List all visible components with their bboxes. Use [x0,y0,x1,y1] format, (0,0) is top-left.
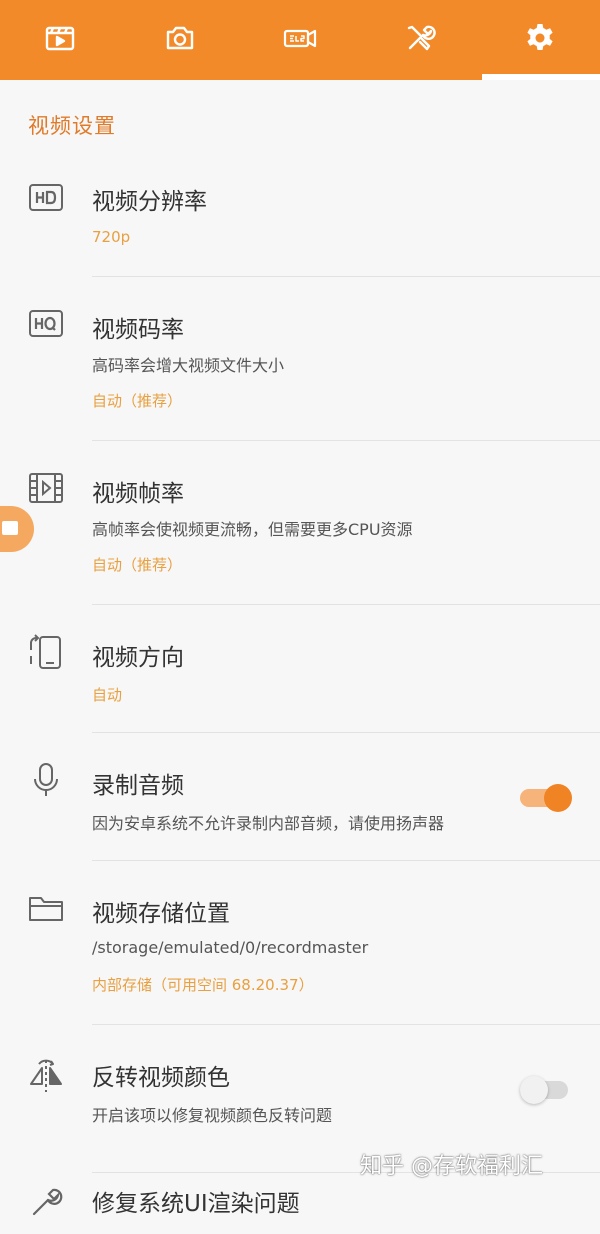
top-tab-bar [0,0,600,80]
setting-description: 高帧率会使视频更流畅，但需要更多CPU资源 [92,520,413,539]
setting-description: 高码率会增大视频文件大小 [92,356,285,375]
setting-video-resolution[interactable]: 视频分辨率 720p [0,160,600,278]
divider [92,276,600,277]
folder-icon [26,888,66,928]
setting-title: 视频方向 [92,645,184,671]
hd-icon [26,178,66,218]
divider [92,440,600,441]
setting-title: 修复系统UI渲染问题 [92,1191,300,1217]
toggle-knob [520,1076,548,1104]
setting-video-bitrate[interactable]: 视频码率 高码率会增大视频文件大小 自动（推荐） [0,278,600,442]
setting-value: 自动 [92,686,123,704]
setting-value: 自动（推荐） [92,556,183,574]
setting-value: 自动（推荐） [92,392,183,410]
setting-fix-system-ui[interactable]: 修复系统UI渲染问题 [0,1174,600,1234]
setting-title: 视频分辨率 [92,189,207,215]
microphone-icon [26,760,66,800]
wrench-icon [26,1182,66,1222]
setting-record-audio[interactable]: 录制音频 因为安卓系统不允许录制内部音频，请使用扬声器 [0,734,600,862]
setting-description: 开启该项以修复视频颜色反转问题 [92,1106,333,1125]
gear-icon [522,20,558,60]
camera-icon [2,521,18,535]
setting-title: 视频帧率 [92,481,184,507]
camera-icon [162,20,198,60]
setting-title: 视频码率 [92,317,184,343]
invert-colors-toggle[interactable] [520,1074,574,1104]
record-audio-toggle[interactable] [520,782,574,812]
setting-video-orientation[interactable]: 视频方向 自动 [0,606,600,734]
video-edit-icon [282,20,318,60]
toggle-knob [544,784,572,812]
film-frame-icon [26,468,66,508]
divider [92,604,600,605]
setting-title: 反转视频颜色 [92,1065,230,1091]
video-list-icon [42,20,78,60]
divider [92,1024,600,1025]
tools-icon [402,20,438,60]
divider [92,860,600,861]
hq-icon [26,304,66,344]
tab-camera[interactable] [120,0,240,80]
tab-video-list[interactable] [0,0,120,80]
setting-video-framerate[interactable]: 视频帧率 高帧率会使视频更流畅，但需要更多CPU资源 自动（推荐） [0,442,600,606]
setting-description: 因为安卓系统不允许录制内部音频，请使用扬声器 [92,814,445,833]
setting-title: 录制音频 [92,773,184,799]
section-title: 视频设置 [28,114,116,138]
setting-storage-location[interactable]: 视频存储位置 /storage/emulated/0/recordmaster … [0,862,600,1026]
screen-rotate-icon [26,632,66,672]
setting-value: 720p [92,228,131,246]
tab-video-edit[interactable] [240,0,360,80]
setting-title: 视频存储位置 [92,901,230,927]
setting-value: 内部存储（可用空间 68.20.37） [92,976,314,994]
divider [92,732,600,733]
flip-color-icon [26,1056,66,1096]
tab-tools[interactable] [360,0,480,80]
tab-settings[interactable] [480,0,600,80]
active-tab-indicator [482,74,600,80]
watermark: 知乎 @存软福利汇 [360,1154,543,1179]
setting-description: /storage/emulated/0/recordmaster [92,938,369,957]
